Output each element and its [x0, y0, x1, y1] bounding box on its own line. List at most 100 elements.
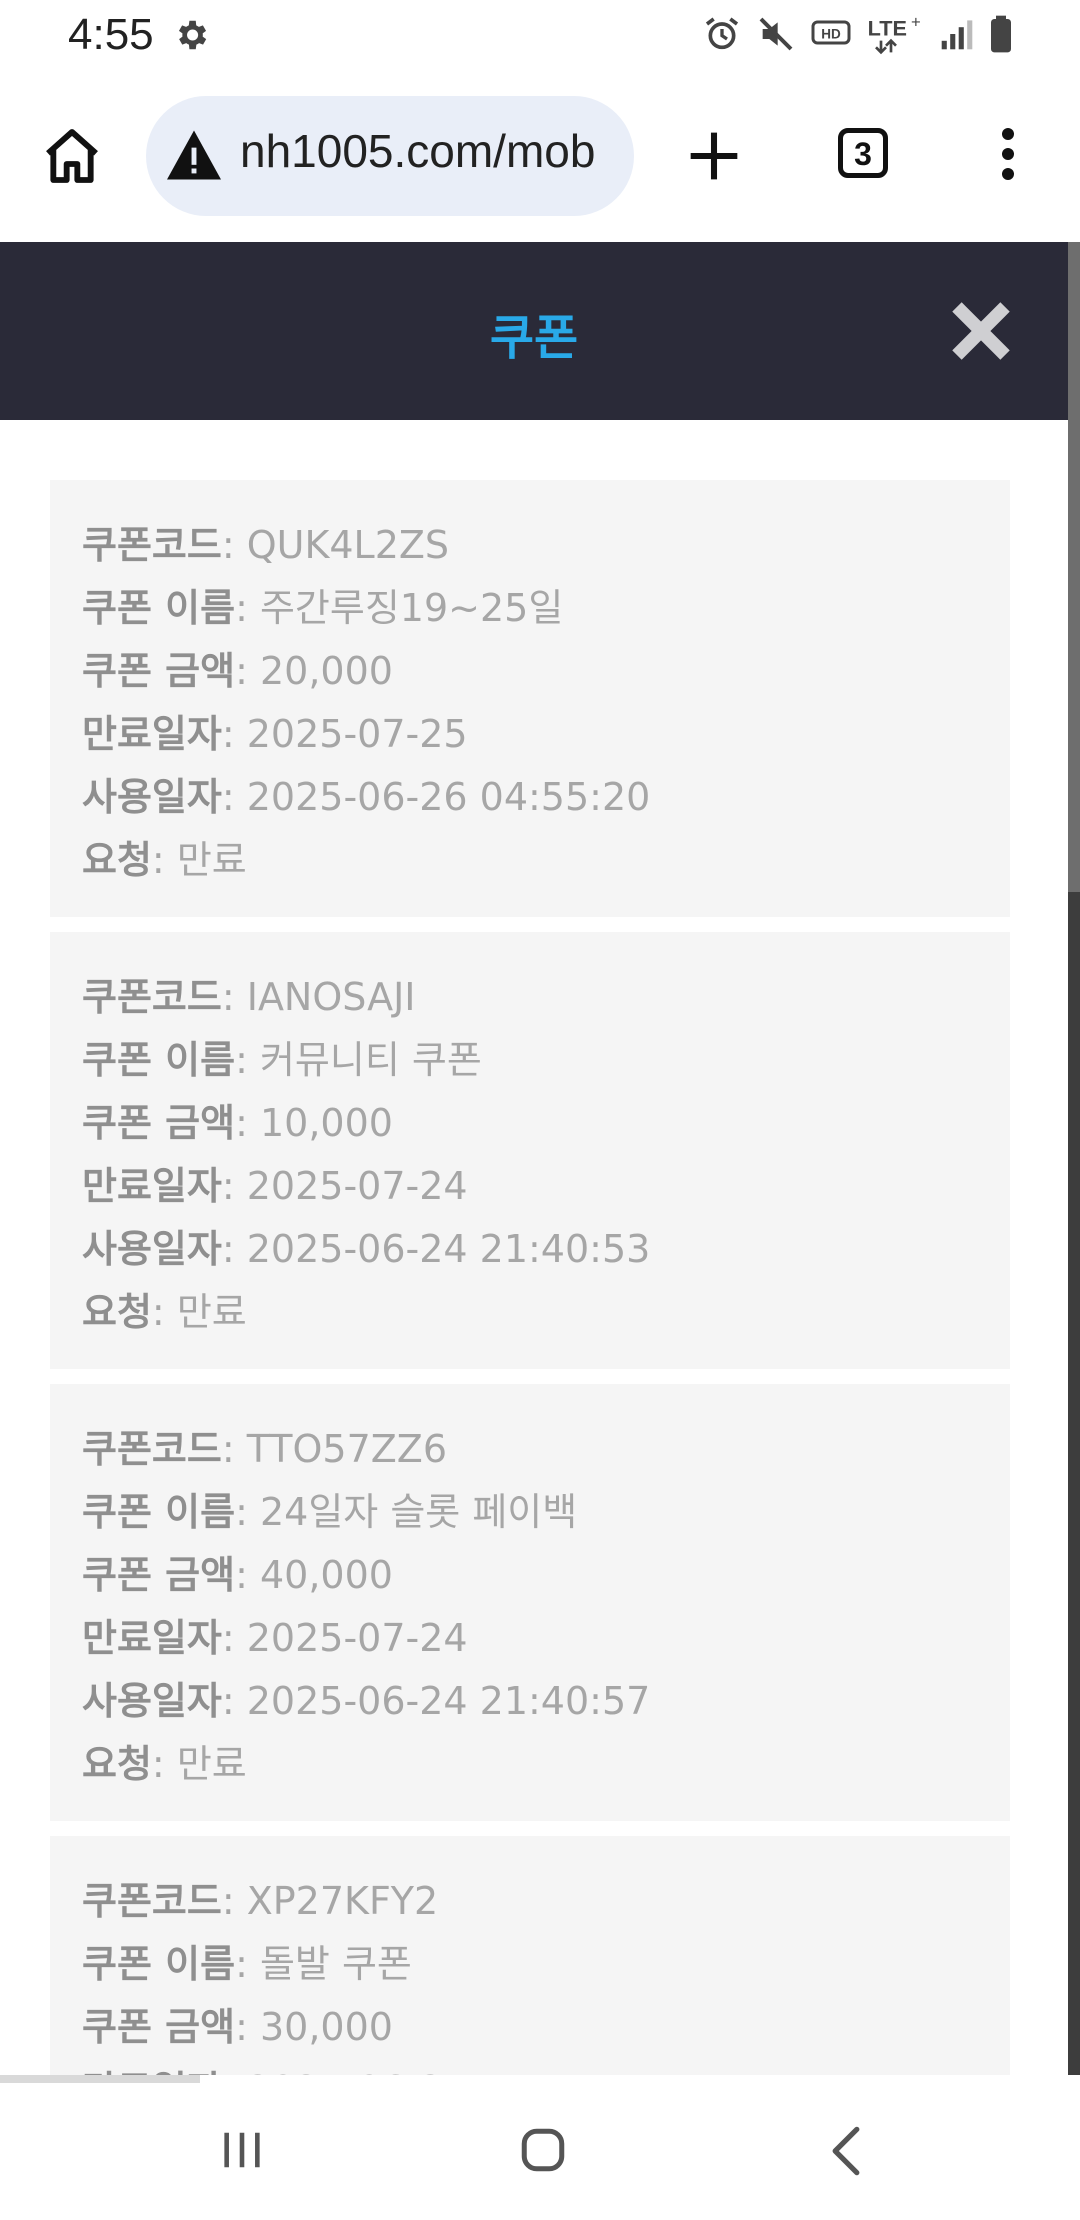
coupon-card: 쿠폰코드: TTO57ZZ6 쿠폰 이름: 24일자 슬롯 페이백 쿠폰 금액: 4… [50, 1384, 1010, 1821]
coupon-name-row: 쿠폰 이름: 24일자 슬롯 페이백 [82, 1481, 1010, 1544]
home-nav-icon[interactable] [518, 2125, 568, 2175]
signal-icon [941, 20, 973, 50]
battery-icon [991, 15, 1011, 53]
coupon-expiry-row: 만료일자: 2025-07-24 [82, 1155, 1010, 1218]
coupon-name-value: 주간루징19~25일 [259, 586, 564, 630]
separator: : [235, 586, 260, 630]
separator: : [221, 712, 247, 756]
separator: : [235, 1101, 260, 1145]
coupon-code-row: 쿠폰코드: IANOSAJI [82, 966, 1010, 1029]
coupon-card: 쿠폰코드: IANOSAJI 쿠폰 이름: 커뮤니티 쿠폰 쿠폰 금액: 10,00… [50, 932, 1010, 1369]
coupon-name-value: 돌발 쿠폰 [259, 1942, 412, 1986]
back-icon[interactable] [828, 2125, 864, 2177]
coupon-code-value: TTO57ZZ6 [246, 1427, 447, 1471]
home-icon[interactable] [40, 124, 104, 188]
coupon-expiry-value: 2025-07-25 [246, 712, 468, 756]
scrollbar-thumb[interactable] [1068, 242, 1080, 892]
coupon-code-value: IANOSAJI [246, 975, 416, 1019]
coupon-modal-header: 쿠폰 [0, 242, 1068, 420]
lte-icon: LTE + [868, 12, 921, 55]
more-menu-icon[interactable] [996, 128, 1020, 184]
separator: : [221, 975, 247, 1019]
coupon-amount-value: 30,000 [259, 2005, 393, 2049]
hd-voice-icon: HD [811, 20, 851, 45]
separator: : [221, 1227, 247, 1271]
coupon-code-value: QUK4L2ZS [246, 523, 450, 567]
coupon-used-value: 2025-06-24 21:40:57 [246, 1679, 651, 1723]
coupon-used-row: 사용일자: 2025-06-26 04:55:20 [82, 766, 1010, 829]
coupon-list[interactable]: 쿠폰코드: QUK4L2ZS 쿠폰 이름: 주간루징19~25일 쿠폰 금액: 20… [0, 420, 1068, 2075]
coupon-amount-value: 10,000 [259, 1101, 393, 1145]
coupon-expiry-value: 2025-06-24 [247, 2068, 468, 2075]
coupon-used-label: 사용일자 [82, 1679, 222, 1723]
recent-apps-icon[interactable] [218, 2127, 266, 2173]
separator: : [151, 838, 177, 882]
status-time: 4:55 [68, 10, 154, 59]
coupon-used-label: 사용일자 [82, 775, 222, 819]
svg-text:+: + [911, 12, 921, 31]
settings-icon [178, 20, 207, 50]
separator: : [221, 1879, 247, 1923]
separator: : [221, 1164, 247, 1208]
url-text[interactable]: nh1005.com/mob [240, 124, 620, 178]
coupon-used-value: 2025-06-24 21:40:53 [246, 1227, 651, 1271]
coupon-expiry-label: 만료일자 [82, 1616, 222, 1660]
separator: : [151, 1742, 177, 1786]
coupon-expiry-value: 2025-07-24 [246, 1164, 468, 1208]
nav-hint-bar [0, 2075, 200, 2083]
coupon-name-label: 쿠폰 이름 [82, 1490, 236, 1534]
coupon-code-label: 쿠폰코드 [82, 523, 222, 567]
coupon-code-row: 쿠폰코드: XP27KFY2 [82, 1870, 1010, 1933]
coupon-name-row: 쿠폰 이름: 돌발 쿠폰 [82, 1933, 1010, 1996]
tab-switcher-button[interactable]: 3 [838, 128, 888, 178]
alarm-icon [705, 17, 739, 50]
coupon-card: 쿠폰코드: XP27KFY2쿠폰 이름: 돌발 쿠폰쿠폰 금액: 30,000만… [50, 1836, 1010, 2075]
coupon-amount-row: 쿠폰 금액: 40,000 [82, 1544, 1010, 1607]
coupon-request-label: 요청 [82, 838, 152, 882]
coupon-expiry-row: 만료일자: 2025-07-25 [82, 703, 1010, 766]
browser-toolbar: nh1005.com/mob 3 [0, 72, 1080, 244]
coupon-amount-label: 쿠폰 금액 [82, 1553, 236, 1597]
coupon-request-value: 만료 [176, 1742, 247, 1786]
new-tab-icon[interactable] [686, 128, 742, 184]
separator: : [235, 1553, 260, 1597]
coupon-name-label: 쿠폰 이름 [82, 1942, 236, 1986]
separator: : [222, 2068, 247, 2075]
coupon-code-label: 쿠폰코드 [82, 1879, 222, 1923]
coupon-expiry-label: 만료일자 [82, 1164, 222, 1208]
coupon-expiry-label: 만료일자 [82, 2068, 222, 2075]
close-icon[interactable] [952, 302, 1010, 360]
coupon-name-value: 24일자 슬롯 페이백 [259, 1490, 578, 1534]
coupon-code-label: 쿠폰코드 [82, 1427, 222, 1471]
separator: : [221, 523, 247, 567]
warning-icon[interactable] [164, 128, 224, 182]
coupon-expiry-value: 2025-07-24 [246, 1616, 468, 1660]
separator: : [235, 1490, 260, 1534]
status-icons: HD LTE + [702, 12, 1014, 56]
coupon-request-row: 요청: 만료 [82, 829, 1010, 892]
coupon-amount-label: 쿠폰 금액 [82, 2005, 236, 2049]
coupon-request-value: 만료 [176, 838, 247, 882]
separator: : [221, 775, 247, 819]
coupon-request-value: 만료 [176, 1290, 247, 1334]
coupon-amount-row: 쿠폰 금액: 10,000 [82, 1092, 1010, 1155]
coupon-expiry-row: 만료일자: 2025-07-24 [82, 1607, 1010, 1670]
coupon-request-row: 요청: 만료 [82, 1733, 1010, 1796]
separator: : [221, 1427, 247, 1471]
separator: : [235, 1942, 260, 1986]
separator: : [221, 1679, 247, 1723]
coupon-name-value: 커뮤니티 쿠폰 [259, 1038, 482, 1082]
coupon-card: 쿠폰코드: QUK4L2ZS 쿠폰 이름: 주간루징19~25일 쿠폰 금액: 20… [50, 480, 1010, 917]
coupon-used-row: 사용일자: 2025-06-24 21:40:57 [82, 1670, 1010, 1733]
coupon-name-row: 쿠폰 이름: 주간루징19~25일 [82, 577, 1010, 640]
address-bar[interactable]: nh1005.com/mob [146, 96, 634, 216]
separator: : [151, 1290, 177, 1334]
coupon-code-row: 쿠폰코드: TTO57ZZ6 [82, 1418, 1010, 1481]
coupon-request-row: 요청: 만료 [82, 1281, 1010, 1344]
coupon-request-label: 요청 [82, 1290, 152, 1334]
coupon-amount-row: 쿠폰 금액: 20,000 [82, 640, 1010, 703]
coupon-expiry-row: 만료일자: 2025-06-24 [82, 2059, 1010, 2075]
coupon-code-row: 쿠폰코드: QUK4L2ZS [82, 514, 1010, 577]
coupon-name-row: 쿠폰 이름: 커뮤니티 쿠폰 [82, 1029, 1010, 1092]
status-bar: 4:55 HD LTE + [0, 0, 1080, 72]
